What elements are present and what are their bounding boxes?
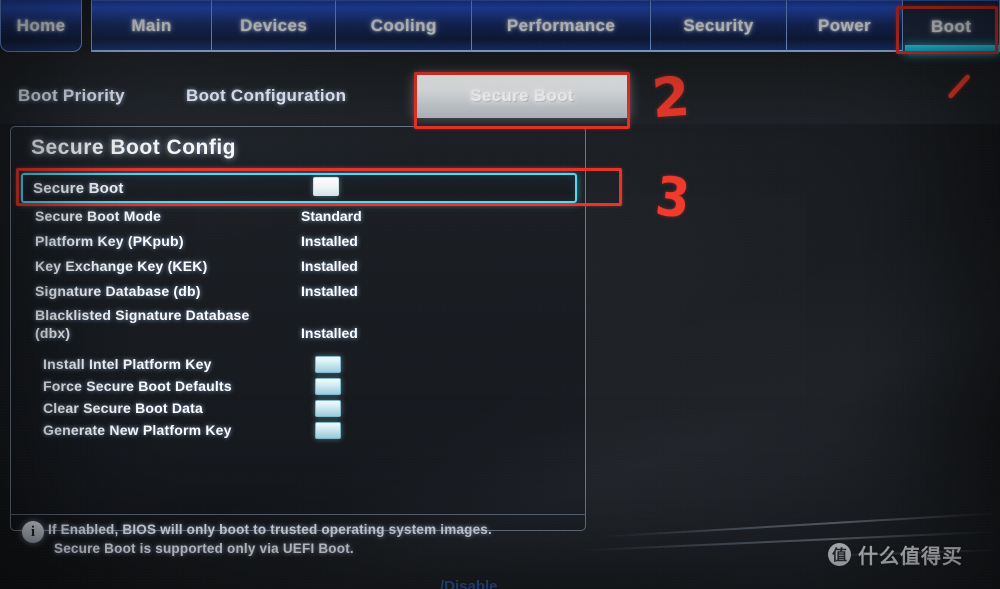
action-row[interactable]: Generate New Platform Key (21, 419, 577, 441)
watermark-logo-icon: 值 (828, 543, 851, 566)
help-text-line-2: Secure Boot is supported only via UEFI B… (54, 541, 354, 556)
tab-label: Security (683, 15, 754, 35)
tab-devices[interactable]: Devices (211, 0, 337, 52)
action-row-label: Install Intel Platform Key (43, 356, 212, 372)
tab-label: Devices (240, 15, 308, 35)
tab-label: Main (131, 15, 172, 35)
page-title: Secure Boot Config (31, 136, 237, 159)
settings-row[interactable]: Blacklisted Signature Database (dbx) Inst… (21, 303, 577, 347)
settings-row-label: Blacklisted Signature Database (dbx) (35, 307, 250, 341)
annotation-number-2: 2 (649, 64, 692, 131)
annotation-box-secure-boot-tab (414, 72, 630, 129)
action-row[interactable]: Clear Secure Boot Data (21, 397, 577, 419)
main-tab-bar: Home Main Devices Cooling Performance Securit… (0, 0, 1000, 54)
watermark: 值 什么值得买 (828, 540, 963, 569)
annotation-box-secure-boot-row (16, 168, 622, 206)
help-text-box: i If Enabled, BIOS will only boot to tru… (10, 514, 586, 580)
settings-row[interactable]: Key Exchange Key (KEK) Installed (21, 253, 577, 278)
annotation-number-3: 3 (652, 164, 693, 231)
info-icon: i (22, 521, 44, 543)
action-row[interactable]: Force Secure Boot Defaults (21, 375, 577, 397)
settings-row[interactable]: Secure Boot Mode Standard (21, 203, 577, 228)
tab-label: Cooling (370, 15, 437, 35)
tab-cooling[interactable]: Cooling (335, 0, 473, 52)
tab-performance[interactable]: Performance (471, 0, 652, 52)
tab-power[interactable]: Power (785, 0, 904, 52)
settings-row-label: Signature Database (db) (35, 282, 201, 299)
settings-row[interactable]: Signature Database (db) Installed (21, 278, 577, 303)
checkbox-toggle[interactable] (315, 355, 341, 373)
tab-home[interactable]: Home (0, 0, 83, 52)
settings-row-value: Installed (301, 325, 358, 341)
action-row-label: Force Secure Boot Defaults (43, 378, 232, 394)
settings-row-label: Platform Key (PKpub) (35, 232, 184, 249)
help-text-line-1: If Enabled, BIOS will only boot to trust… (48, 522, 492, 537)
subtab-boot-configuration[interactable]: Boot Configuration (186, 74, 346, 118)
tab-label: Power (818, 15, 872, 35)
action-row[interactable]: Install Intel Platform Key (21, 353, 577, 375)
settings-row-value: Installed (301, 282, 358, 299)
tab-label: Home (16, 15, 66, 35)
checkbox-toggle[interactable] (315, 421, 341, 439)
checkbox-toggle[interactable] (315, 377, 341, 395)
settings-row[interactable]: Platform Key (PKpub) Installed (21, 228, 577, 253)
annotation-box-boot-tab (896, 6, 998, 54)
tab-label: Performance (506, 15, 616, 35)
settings-row-label: Secure Boot Mode (35, 207, 162, 224)
glare-streak (600, 512, 1000, 538)
tab-main[interactable]: Main (90, 0, 213, 52)
settings-row-value: Installed (301, 257, 358, 274)
bottom-clipped-text: /Disable (440, 578, 498, 589)
subtab-label: Boot Configuration (186, 86, 347, 105)
settings-row-label: Key Exchange Key (KEK) (35, 257, 208, 274)
settings-list: Secure Boot Secure Boot Mode Standard Platf… (21, 173, 577, 441)
action-row-label: Generate New Platform Key (43, 422, 232, 438)
watermark-text: 什么值得买 (858, 544, 963, 568)
subtab-boot-priority[interactable]: Boot Priority (18, 74, 125, 118)
checkbox-toggle[interactable] (315, 399, 341, 417)
action-row-label: Clear Secure Boot Data (43, 400, 204, 416)
subtab-label: Boot Priority (18, 86, 125, 105)
bios-screen-photo: Home Main Devices Cooling Performance Securit… (0, 0, 1000, 589)
tab-security[interactable]: Security (650, 0, 787, 52)
settings-row-value: Standard (301, 207, 362, 224)
settings-row-value: Installed (301, 232, 358, 249)
